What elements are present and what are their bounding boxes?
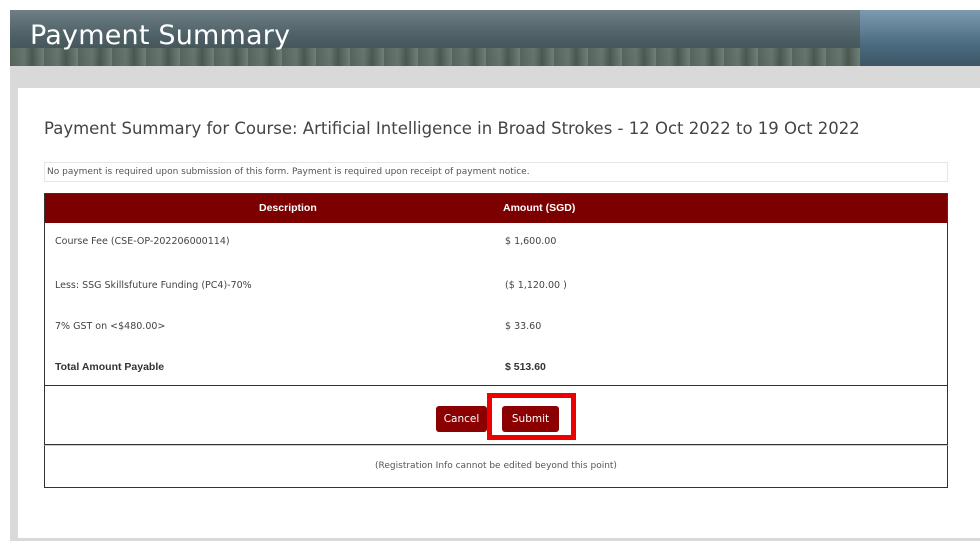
- course-heading: Payment Summary for Course: Artificial I…: [44, 119, 860, 138]
- registration-info-note: (Registration Info cannot be edited beyo…: [44, 445, 948, 488]
- row-amount: $ 1,600.00: [505, 236, 557, 247]
- actions-row: [44, 386, 948, 445]
- row-description: Less: SSG Skillsfuture Funding (PC4)-70%: [55, 280, 252, 291]
- table-row: Less: SSG Skillsfuture Funding (PC4)-70%…: [45, 280, 947, 320]
- page-title: Payment Summary: [30, 20, 291, 51]
- header-amount: Amount (SGD): [503, 202, 576, 214]
- header-description: Description: [259, 202, 317, 214]
- payment-table: Description Amount (SGD) Course Fee (CSE…: [44, 193, 948, 386]
- row-amount: $ 33.60: [505, 321, 542, 332]
- table-row: Course Fee (CSE-OP-202206000114) $ 1,600…: [45, 236, 947, 276]
- submit-button[interactable]: Submit: [502, 406, 559, 432]
- table-header: Description Amount (SGD): [45, 194, 947, 223]
- row-amount: ($ 1,120.00 ): [505, 280, 567, 291]
- row-description: 7% GST on <$480.00>: [55, 321, 166, 332]
- total-label: Total Amount Payable: [55, 361, 165, 373]
- payment-notice: No payment is required upon submission o…: [44, 162, 948, 182]
- total-amount: $ 513.60: [505, 361, 546, 373]
- table-row: 7% GST on <$480.00> $ 33.60: [45, 321, 947, 361]
- cancel-button[interactable]: Cancel: [436, 406, 487, 432]
- page-banner: Payment Summary: [10, 10, 980, 66]
- row-description: Course Fee (CSE-OP-202206000114): [55, 236, 230, 247]
